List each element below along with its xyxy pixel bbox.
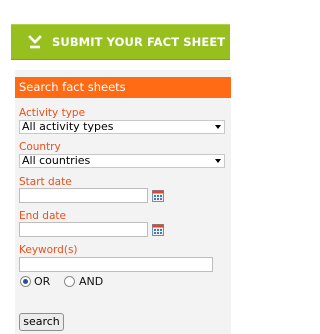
- download-arrow-icon: [28, 35, 42, 49]
- submit-fact-sheet-button[interactable]: SUBMIT YOUR FACT SHEET: [11, 24, 230, 60]
- country-label: Country: [19, 141, 61, 153]
- end-date-input[interactable]: [19, 222, 148, 237]
- calendar-icon[interactable]: [152, 224, 164, 236]
- start-date-label: Start date: [19, 176, 72, 188]
- activity-type-value: All activity types: [22, 120, 114, 133]
- activity-type-label: Activity type: [19, 107, 86, 119]
- keywords-label: Keyword(s): [19, 244, 78, 256]
- country-value: All countries: [22, 154, 91, 167]
- keywords-input[interactable]: [19, 257, 213, 272]
- submit-fact-sheet-label: SUBMIT YOUR FACT SHEET: [52, 35, 226, 49]
- calendar-icon[interactable]: [152, 190, 164, 202]
- or-radio[interactable]: [20, 276, 31, 287]
- activity-type-select[interactable]: All activity types: [19, 120, 225, 134]
- start-date-input[interactable]: [19, 188, 148, 203]
- chevron-down-icon: [215, 125, 221, 129]
- search-button[interactable]: search: [19, 313, 64, 331]
- and-radio-label: AND: [79, 275, 104, 288]
- search-panel-title: Search fact sheets: [15, 77, 231, 98]
- end-date-label: End date: [19, 210, 66, 222]
- and-radio[interactable]: [64, 276, 75, 287]
- country-select[interactable]: All countries: [19, 154, 225, 168]
- or-radio-label: OR: [34, 275, 51, 288]
- chevron-down-icon: [215, 159, 221, 163]
